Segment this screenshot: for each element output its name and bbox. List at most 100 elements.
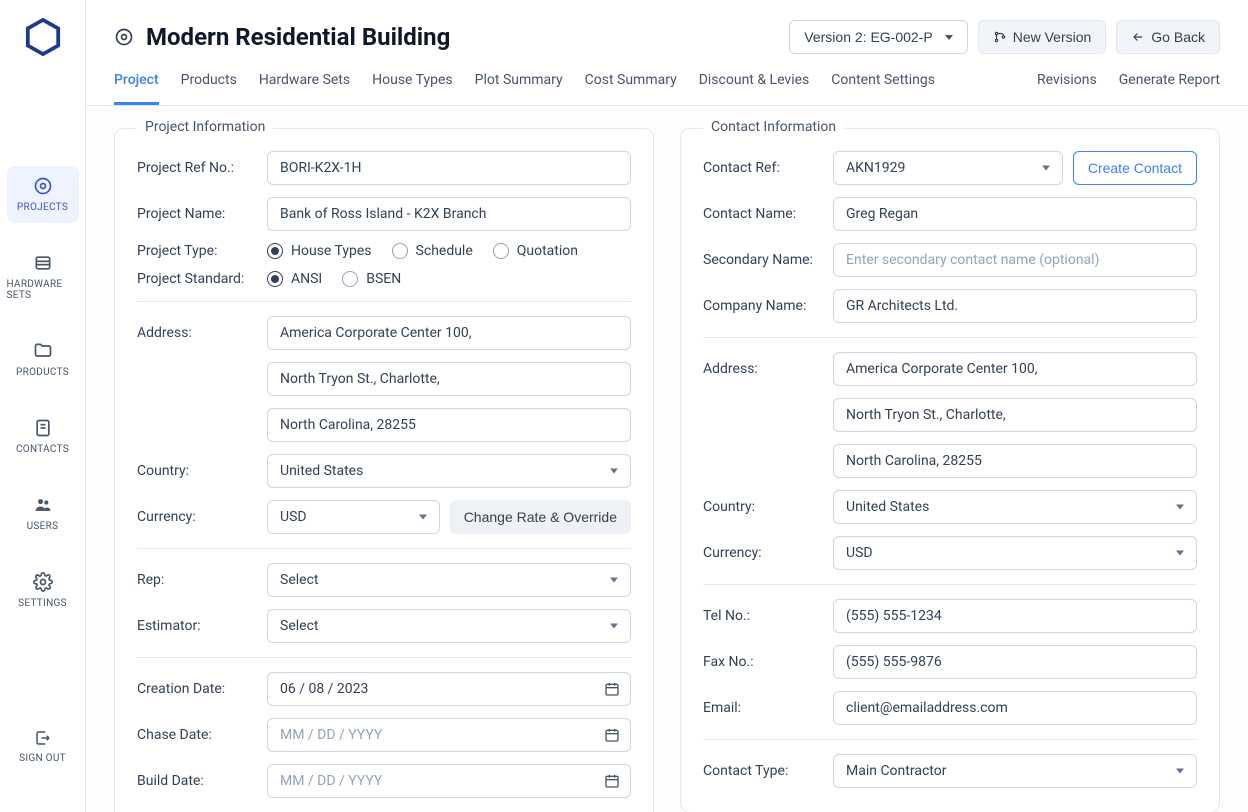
creation-date-label: Creation Date: [137,681,257,697]
estimator-label: Estimator: [137,618,257,634]
project-ref-label: Project Ref No.: [137,160,257,176]
project-ref-input[interactable]: BORI-K2X-1H [267,151,631,185]
project-name-label: Project Name: [137,206,257,222]
sidebar: PROJECTS HARDWARE SETS PRODUCTS CONTACTS… [0,0,86,812]
radio-ansi[interactable]: ANSI [267,271,322,287]
create-contact-button[interactable]: Create Contact [1073,151,1197,185]
rep-label: Rep: [137,572,257,588]
radio-label: Schedule [416,243,473,259]
arrow-left-icon [1131,30,1145,44]
radio-label: ANSI [291,271,322,287]
project-currency-select[interactable]: USD [267,500,440,534]
go-back-button[interactable]: Go Back [1116,20,1220,54]
button-label: New Version [1013,29,1092,45]
sidebar-item-signout[interactable]: SIGN OUT [7,719,79,774]
email-label: Email: [703,700,823,716]
sidebar-label: HARDWARE SETS [7,279,79,301]
tabs: Project Products Hardware Sets House Typ… [114,72,1220,105]
secondary-name-input[interactable]: Enter secondary contact name (optional) [833,243,1197,277]
tab-project[interactable]: Project [114,72,159,105]
contact-type-label: Contact Type: [703,763,823,779]
tab-content-settings[interactable]: Content Settings [831,72,935,105]
tab-plot-summary[interactable]: Plot Summary [475,72,563,105]
tab-hardware-sets[interactable]: Hardware Sets [259,72,350,105]
sidebar-item-contacts[interactable]: CONTACTS [7,408,79,465]
contact-country-select[interactable]: United States [833,490,1197,524]
radio-quotation[interactable]: Quotation [493,243,578,259]
tel-input[interactable]: (555) 555-1234 [833,599,1197,633]
sidebar-item-settings[interactable]: SETTINGS [7,562,79,619]
radio-label: House Types [291,243,372,259]
sidebar-label: CONTACTS [16,444,69,455]
contact-type-select[interactable]: Main Contractor [833,754,1197,788]
estimator-select[interactable]: Select [267,609,631,643]
project-type-label: Project Type: [137,243,257,259]
project-currency-label: Currency: [137,509,257,525]
contact-address-label: Address: [703,361,823,377]
date-value: 06 / 08 / 2023 [280,681,368,697]
contact-currency-select[interactable]: USD [833,536,1197,570]
sidebar-item-products[interactable]: PRODUCTS [7,331,79,388]
project-country-select[interactable]: United States [267,454,631,488]
app-logo [24,18,62,56]
date-value: MM / DD / YYYY [280,773,382,789]
tab-revisions[interactable]: Revisions [1037,72,1097,105]
calendar-icon [604,681,620,697]
project-address3-input[interactable]: North Carolina, 28255 [267,408,631,442]
sidebar-label: SIGN OUT [19,753,66,764]
sidebar-label: PRODUCTS [16,367,69,378]
build-date-label: Build Date: [137,773,257,789]
sidebar-item-users[interactable]: USERS [7,485,79,542]
panel-legend: Project Information [137,119,273,135]
radio-house-types[interactable]: House Types [267,243,372,259]
change-rate-button[interactable]: Change Rate & Override [450,500,631,534]
creation-date-input[interactable]: 06 / 08 / 2023 [267,672,631,706]
version-select[interactable]: Version 2: EG-002-P [789,20,967,54]
sidebar-item-hardware-sets[interactable]: HARDWARE SETS [7,243,79,311]
tab-products[interactable]: Products [181,72,237,105]
project-standard-label: Project Standard: [137,271,257,287]
radio-schedule[interactable]: Schedule [392,243,473,259]
contact-address2-input[interactable]: North Tryon St., Charlotte, [833,398,1197,432]
tel-label: Tel No.: [703,608,823,624]
radio-label: Quotation [517,243,578,259]
contact-address3-input[interactable]: North Carolina, 28255 [833,444,1197,478]
chase-date-label: Chase Date: [137,727,257,743]
chase-date-input[interactable]: MM / DD / YYYY [267,718,631,752]
sidebar-item-projects[interactable]: PROJECTS [7,166,79,223]
button-label: Go Back [1151,29,1205,45]
tab-generate-report[interactable]: Generate Report [1119,72,1220,105]
radio-label: BSEN [366,271,401,287]
sidebar-label: USERS [27,521,59,532]
sidebar-label: PROJECTS [17,202,68,213]
tab-discount-levies[interactable]: Discount & Levies [699,72,810,105]
project-country-label: Country: [137,463,257,479]
contact-country-label: Country: [703,499,823,515]
company-name-input[interactable]: GR Architects Ltd. [833,289,1197,323]
new-version-button[interactable]: New Version [978,20,1107,54]
content: Project Information Project Ref No.: BOR… [86,106,1248,812]
build-date-input[interactable]: MM / DD / YYYY [267,764,631,798]
version-label: Version 2: EG-002-P [804,29,932,45]
panel-legend: Contact Information [703,119,844,135]
main: Modern Residential Building Version 2: E… [86,0,1248,812]
tab-house-types[interactable]: House Types [372,72,453,105]
radio-bsen[interactable]: BSEN [342,271,401,287]
tab-cost-summary[interactable]: Cost Summary [585,72,677,105]
contact-ref-select[interactable]: AKN1929 [833,151,1063,185]
project-address1-input[interactable]: America Corporate Center 100, [267,316,631,350]
calendar-icon [604,727,620,743]
rep-select[interactable]: Select [267,563,631,597]
project-address2-input[interactable]: North Tryon St., Charlotte, [267,362,631,396]
page-title: Modern Residential Building [146,23,450,51]
fax-input[interactable]: (555) 555-9876 [833,645,1197,679]
project-address-label: Address: [137,325,257,341]
contact-name-label: Contact Name: [703,206,823,222]
contact-info-panel: Contact Information Contact Ref: AKN1929… [680,128,1220,812]
email-input[interactable]: client@emailaddress.com [833,691,1197,725]
company-name-label: Company Name: [703,298,823,314]
contact-address1-input[interactable]: America Corporate Center 100, [833,352,1197,386]
header: Modern Residential Building Version 2: E… [86,0,1248,106]
project-name-input[interactable]: Bank of Ross Island - K2X Branch [267,197,631,231]
contact-name-input[interactable]: Greg Regan [833,197,1197,231]
